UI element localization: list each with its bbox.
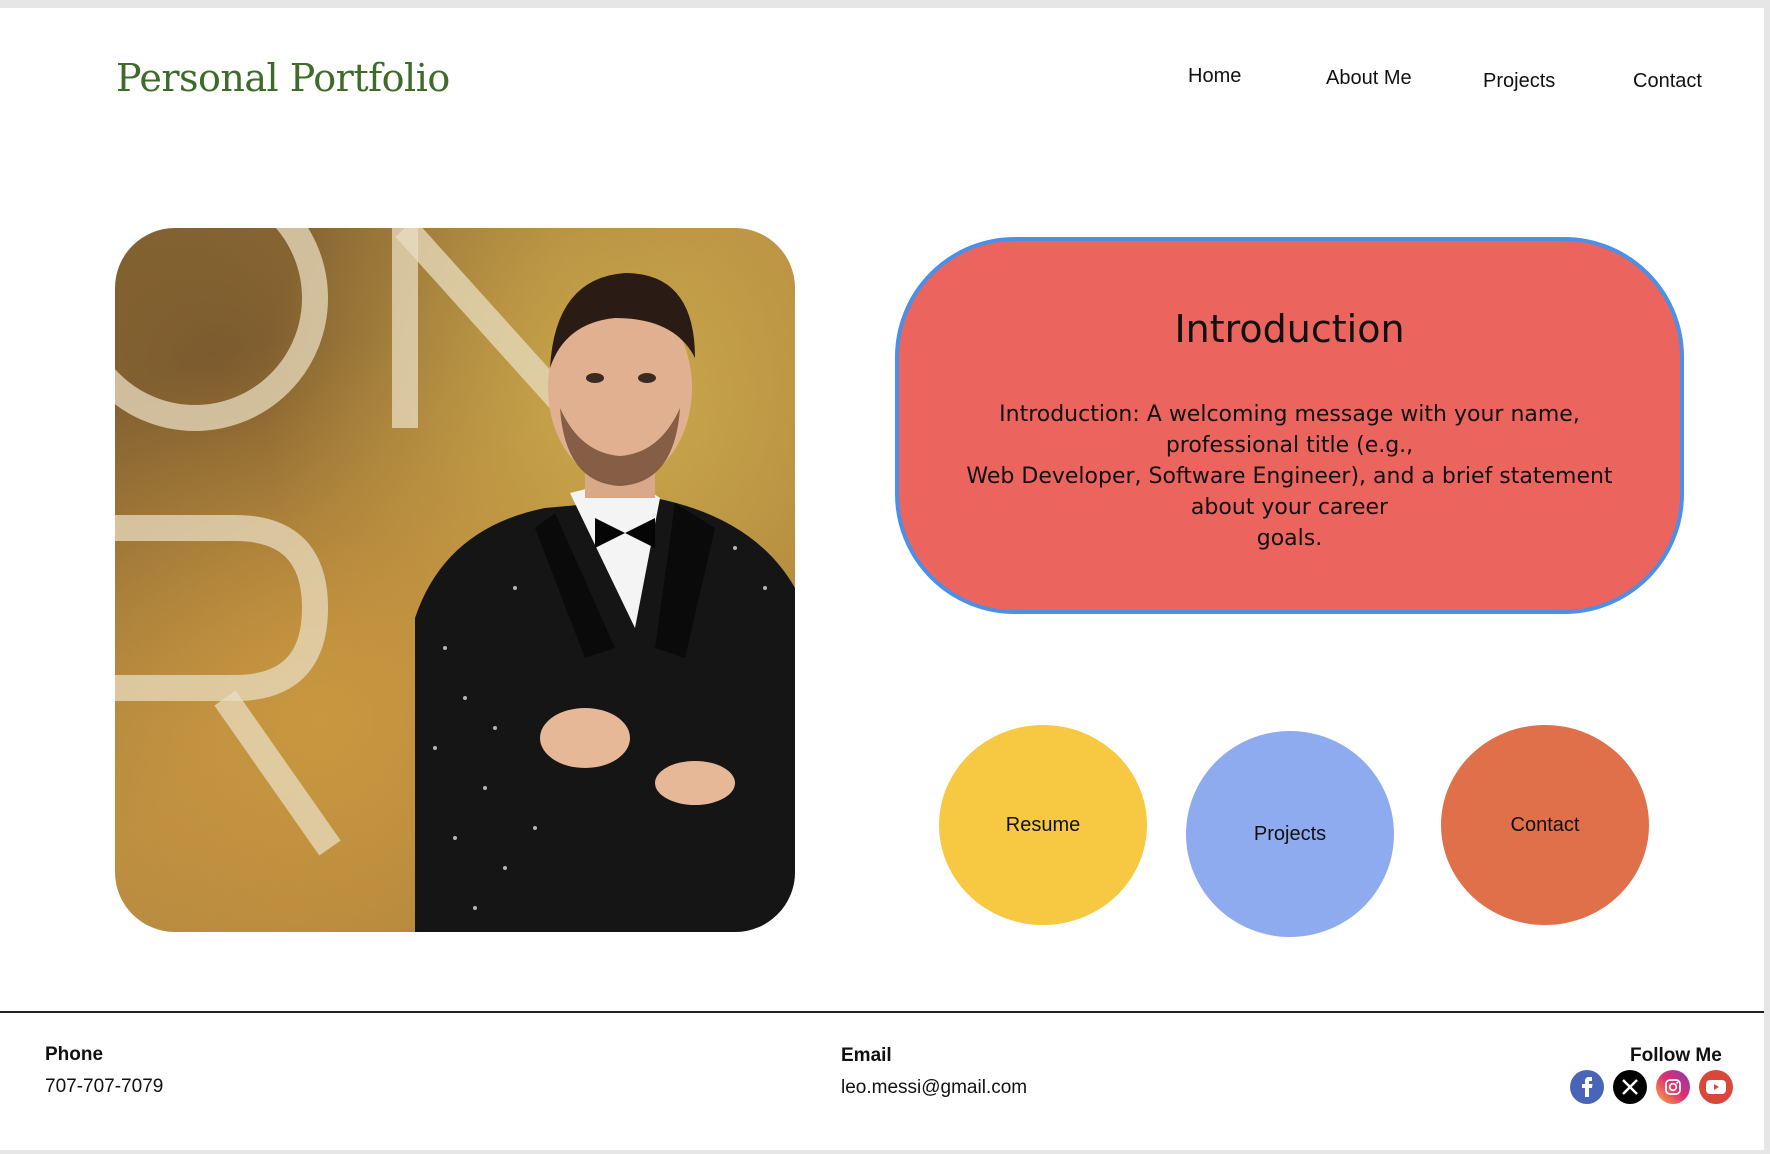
- nav-about-me[interactable]: About Me: [1326, 67, 1412, 90]
- email-label: Email: [841, 1045, 892, 1066]
- resume-button[interactable]: Resume: [939, 725, 1147, 925]
- nav-contact[interactable]: Contact: [1633, 70, 1702, 93]
- instagram-icon[interactable]: [1656, 1070, 1690, 1104]
- phone-number: 707-707-7079: [45, 1076, 164, 1097]
- nav-projects[interactable]: Projects: [1483, 70, 1555, 93]
- follow-me-label: Follow Me: [1630, 1045, 1722, 1066]
- email-address[interactable]: leo.messi@gmail.com: [841, 1077, 1027, 1099]
- site-logo[interactable]: Personal Portfolio: [116, 56, 450, 100]
- nav-home[interactable]: Home: [1188, 65, 1241, 88]
- social-links: [1570, 1070, 1733, 1104]
- facebook-icon[interactable]: [1570, 1070, 1604, 1104]
- projects-button[interactable]: Projects: [1186, 731, 1394, 937]
- x-icon[interactable]: [1613, 1070, 1647, 1104]
- phone-label: Phone: [45, 1044, 104, 1065]
- footer-divider: [0, 1011, 1764, 1013]
- youtube-icon[interactable]: [1699, 1070, 1733, 1104]
- page: Personal Portfolio Home About Me Project…: [0, 8, 1764, 1150]
- introduction-title: Introduction: [1174, 307, 1405, 351]
- contact-button[interactable]: Contact: [1441, 725, 1649, 925]
- introduction-card: Introduction Introduction: A welcoming m…: [895, 237, 1684, 614]
- introduction-text: Introduction: A welcoming message with y…: [966, 402, 1613, 551]
- profile-photo-illustration: [115, 228, 795, 932]
- profile-photo: [115, 228, 795, 932]
